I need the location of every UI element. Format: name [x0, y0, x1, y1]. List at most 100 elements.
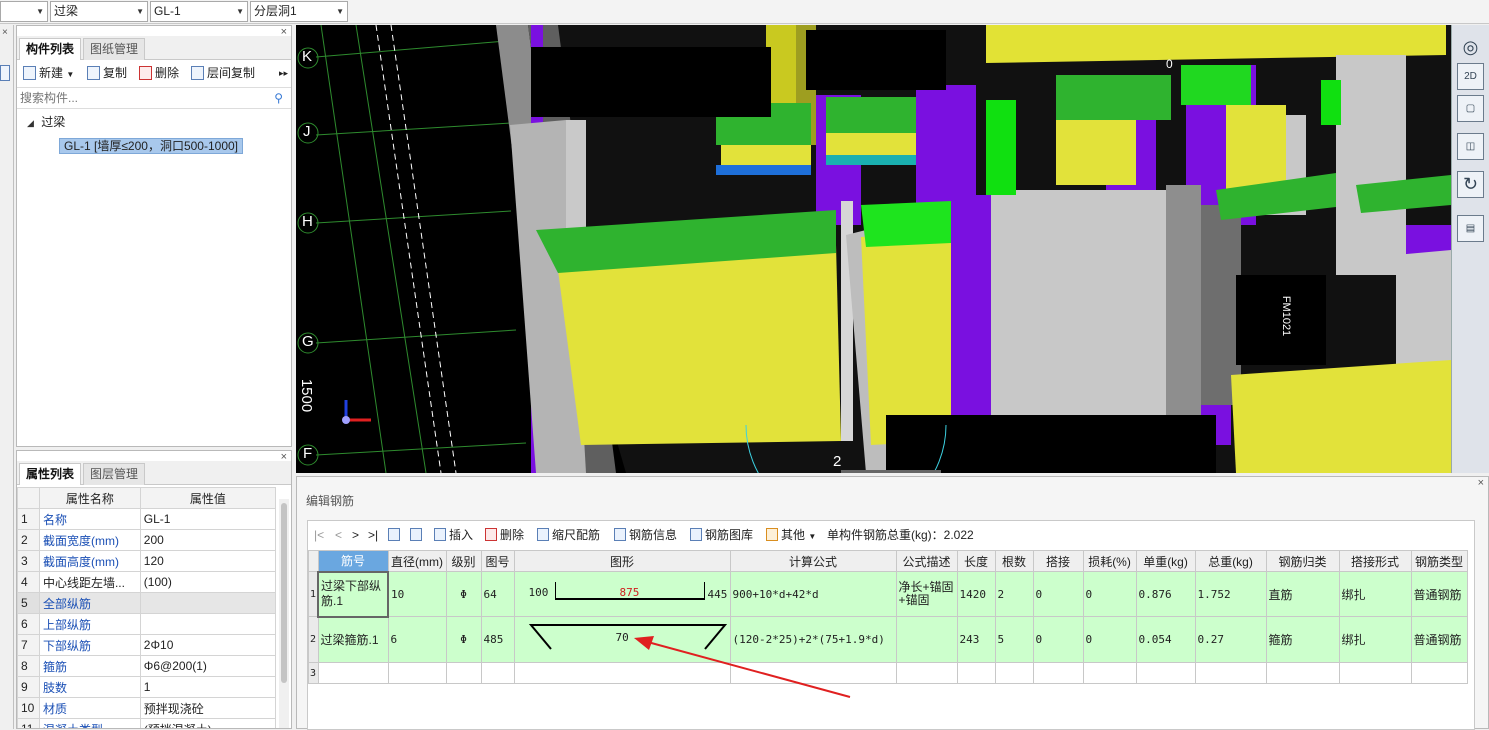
category-cell[interactable]: 箍筋	[1265, 616, 1340, 663]
lap-type-cell[interactable]: 绑扎	[1338, 571, 1412, 617]
property-row[interactable]: 7 下部纵筋 2Φ10	[17, 634, 277, 656]
property-row[interactable]: 8 箍筋 Φ6@200(1)	[17, 655, 277, 677]
table-row[interactable]: 1 过梁下部纵筋.1 10 Φ 64 100 875 445 900+10*d+…	[308, 570, 1468, 618]
diameter-cell[interactable]: 6	[387, 616, 447, 663]
formula-desc-cell[interactable]	[895, 616, 958, 663]
table-row[interactable]: 2 过梁箍筋.1 6 Φ 485 70 (120-2*25)+2*(75+1.9…	[308, 616, 1468, 663]
loss-cell[interactable]: 0	[1082, 616, 1137, 663]
floor-copy-button[interactable]: 层间复制	[191, 62, 255, 84]
property-scrollbar[interactable]	[279, 499, 289, 728]
empty-cell[interactable]	[387, 662, 447, 684]
tab-property-list[interactable]: 属性列表	[19, 463, 82, 485]
table-row[interactable]: 3	[308, 662, 1468, 684]
empty-cell[interactable]	[445, 662, 482, 684]
component-select[interactable]: GL-1 ▼	[150, 1, 248, 22]
property-row[interactable]: 1 名称 GL-1	[17, 508, 277, 530]
search-icon[interactable]: ⚲	[274, 91, 283, 105]
empty-cell[interactable]	[480, 662, 515, 684]
formula-cell[interactable]: 900+10*d+42*d	[729, 571, 897, 617]
property-value[interactable]: Φ6@200(1)	[139, 655, 277, 677]
floor-select[interactable]: ▼	[0, 1, 48, 22]
close-icon[interactable]: ×	[2, 27, 8, 38]
total-weight-cell[interactable]: 0.27	[1194, 616, 1267, 663]
property-value[interactable]: GL-1	[139, 508, 277, 530]
property-value[interactable]: 120	[139, 550, 277, 572]
rebar-name-cell[interactable]: 过梁箍筋.1	[317, 616, 389, 663]
scrollbar-thumb[interactable]	[281, 503, 287, 683]
insert-button[interactable]: 插入	[434, 527, 473, 543]
view-cube-icon[interactable]: ◫	[1457, 133, 1484, 160]
lap-cell[interactable]: 0	[1032, 571, 1084, 617]
diameter-cell[interactable]: 10	[387, 571, 447, 617]
move-up-icon[interactable]	[388, 527, 403, 543]
scale-rebar-button[interactable]: 缩尺配筋	[537, 527, 600, 543]
tab-component-list[interactable]: 构件列表	[19, 38, 82, 60]
empty-cell[interactable]	[1135, 662, 1196, 684]
orbit-icon[interactable]: ◎	[1457, 35, 1484, 62]
delete-button[interactable]: 删除	[139, 62, 179, 84]
more-icon[interactable]: ▸▸	[279, 62, 288, 84]
lap-cell[interactable]: 0	[1032, 616, 1084, 663]
delete-row-button[interactable]: 删除	[485, 527, 524, 543]
rebar-type-cell[interactable]: 普通钢筋	[1410, 616, 1468, 663]
lap-type-cell[interactable]: 绑扎	[1338, 616, 1412, 663]
property-value[interactable]: 预拌现浇砼	[139, 697, 277, 719]
tab-drawing-management[interactable]: 图纸管理	[83, 38, 146, 60]
property-row[interactable]: 6 上部纵筋	[17, 613, 277, 635]
figure-no-cell[interactable]: 485	[480, 616, 515, 663]
length-cell[interactable]: 1420	[956, 571, 996, 617]
total-weight-cell[interactable]: 1.752	[1194, 571, 1267, 617]
layout-icon[interactable]: ▤	[1457, 215, 1484, 242]
tree-item-gl1[interactable]: GL-1 [墙厚≤200，洞口500-1000]	[59, 136, 244, 156]
property-value[interactable]	[139, 613, 277, 635]
rebar-library-button[interactable]: 钢筋图库	[690, 527, 753, 543]
property-row[interactable]: 10 材质 预拌现浇砼	[17, 697, 277, 719]
close-icon[interactable]: ×	[1478, 477, 1484, 489]
shape-cell[interactable]: 100 875 445	[513, 571, 731, 617]
view-2d-button[interactable]: 2D	[1457, 63, 1484, 90]
formula-desc-cell[interactable]: 净长+锚固+锚固	[895, 571, 958, 617]
rebar-type-cell[interactable]: 普通钢筋	[1410, 571, 1468, 617]
loss-cell[interactable]: 0	[1082, 571, 1137, 617]
category-cell[interactable]: 直筋	[1265, 571, 1340, 617]
tree-group-guoliang[interactable]: ◢ 过梁	[27, 112, 65, 133]
collapse-icon[interactable]: ◢	[27, 118, 34, 128]
3d-viewport[interactable]: K J H G F 1500 FM1021 2 0	[296, 25, 1451, 473]
other-button[interactable]: 其他 ▼	[766, 527, 816, 545]
layer-select[interactable]: 分层洞1 ▼	[250, 1, 348, 22]
property-row[interactable]: 11混凝土类型(预拌混凝土)	[17, 718, 277, 728]
empty-cell[interactable]	[895, 662, 958, 684]
property-row[interactable]: 9 肢数 1	[17, 676, 277, 698]
property-row[interactable]: 2 截面宽度(mm) 200	[17, 529, 277, 551]
property-value[interactable]: 1	[139, 676, 277, 698]
empty-cell[interactable]	[1032, 662, 1084, 684]
property-row[interactable]: 4 中心线距左墙... (100)	[17, 571, 277, 593]
empty-cell[interactable]	[994, 662, 1034, 684]
grade-cell[interactable]: Φ	[445, 571, 482, 617]
rotate-icon[interactable]: ↻	[1457, 171, 1484, 198]
new-button[interactable]: 新建 ▼	[23, 62, 74, 84]
length-cell[interactable]: 243	[956, 616, 996, 663]
property-row[interactable]: 5 全部纵筋	[17, 592, 277, 614]
count-cell[interactable]: 2	[994, 571, 1034, 617]
unit-weight-cell[interactable]: 0.054	[1135, 616, 1196, 663]
move-down-icon[interactable]	[410, 527, 425, 543]
dock-icon[interactable]	[0, 65, 10, 81]
empty-cell[interactable]	[317, 662, 389, 684]
property-value[interactable]: 200	[139, 529, 277, 551]
grade-cell[interactable]: Φ	[445, 616, 482, 663]
empty-cell[interactable]	[1410, 662, 1468, 684]
figure-no-cell[interactable]: 64	[480, 571, 515, 617]
empty-cell[interactable]	[1265, 662, 1340, 684]
empty-cell[interactable]	[956, 662, 996, 684]
count-cell[interactable]: 5	[994, 616, 1034, 663]
unit-weight-cell[interactable]: 0.876	[1135, 571, 1196, 617]
rebar-info-button[interactable]: 钢筋信息	[614, 527, 677, 543]
property-value[interactable]: (100)	[139, 571, 277, 593]
component-type-select[interactable]: 过梁 ▼	[50, 1, 148, 22]
rebar-name-cell[interactable]: 过梁下部纵筋.1	[317, 570, 390, 618]
property-value[interactable]: (预拌混凝土)	[139, 718, 277, 728]
empty-cell[interactable]	[1082, 662, 1137, 684]
last-button[interactable]: >|	[368, 527, 378, 543]
property-row[interactable]: 3 截面高度(mm) 120	[17, 550, 277, 572]
